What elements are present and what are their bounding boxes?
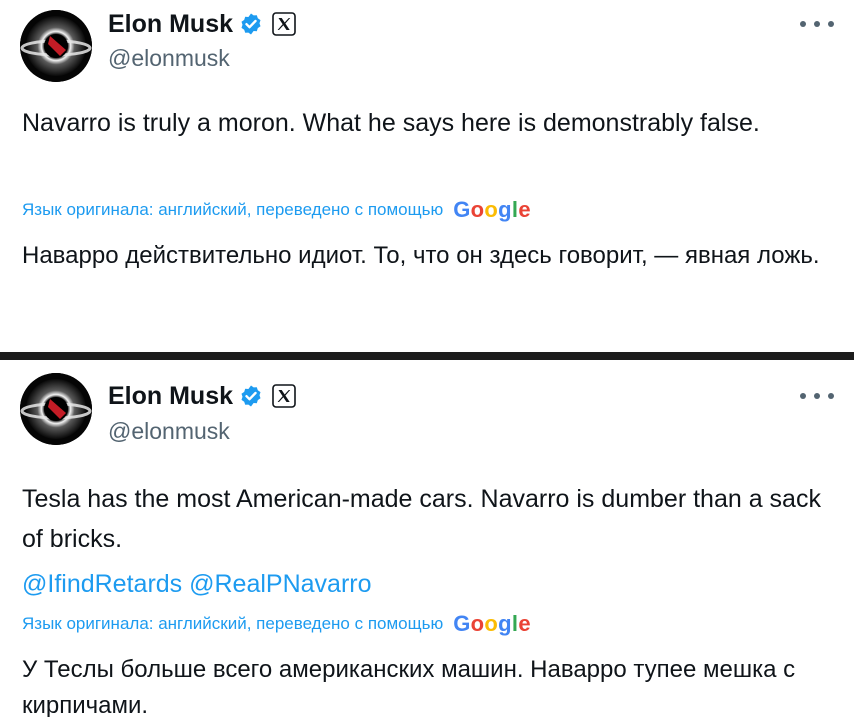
tweet-text: Navarro is truly a moron. What he says h… [22, 109, 760, 137]
google-logo: Google [453, 611, 531, 636]
x-logo-icon[interactable] [272, 384, 296, 408]
author-name[interactable]: Elon Musk [108, 380, 233, 412]
translation-attribution: Язык оригинала: английский, переведено с… [22, 610, 531, 638]
author-name[interactable]: Elon Musk [108, 8, 233, 40]
mentions: @IfindRetards @RealPNavarro [22, 564, 372, 604]
x-logo-icon[interactable] [272, 12, 296, 36]
dot [814, 21, 820, 27]
translation-label[interactable]: Язык оригинала: английский, переведено с… [22, 196, 443, 224]
dot [800, 21, 806, 27]
verified-badge-icon[interactable] [239, 384, 263, 408]
translated-text: Наварро действительно идиот. То, что он … [22, 242, 820, 269]
avatar-image [20, 10, 92, 82]
divider [0, 352, 854, 360]
page: Elon Musk @elonmusk Navarro is truly a m… [0, 0, 854, 717]
more-options-icon[interactable] [800, 386, 834, 406]
avatar-image [20, 373, 92, 445]
dot [828, 21, 834, 27]
author-handle[interactable]: @elonmusk [108, 417, 230, 445]
author-handle[interactable]: @elonmusk [108, 44, 230, 72]
dot [814, 393, 820, 399]
tweet-text: Tesla has the most American-made cars. N… [22, 485, 821, 553]
tweet-card: Elon Musk @elonmusk Tesla has the most A… [0, 360, 854, 717]
mention-link[interactable]: @RealPNavarro [189, 570, 371, 598]
verified-badge-icon[interactable] [239, 12, 263, 36]
more-options-icon[interactable] [800, 14, 834, 34]
mention-link[interactable]: @IfindRetards [22, 570, 182, 598]
translation-attribution: Язык оригинала: английский, переведено с… [22, 196, 531, 224]
author-row: Elon Musk [108, 8, 296, 40]
dot [800, 393, 806, 399]
tweet-card: Elon Musk @elonmusk Navarro is truly a m… [0, 0, 854, 352]
author-row: Elon Musk [108, 380, 296, 412]
avatar[interactable] [20, 10, 92, 82]
google-logo: Google [453, 197, 531, 222]
translation-label[interactable]: Язык оригинала: английский, переведено с… [22, 610, 443, 638]
translated-text: У Теслы больше всего американских машин.… [22, 656, 796, 717]
avatar[interactable] [20, 373, 92, 445]
dot [828, 393, 834, 399]
